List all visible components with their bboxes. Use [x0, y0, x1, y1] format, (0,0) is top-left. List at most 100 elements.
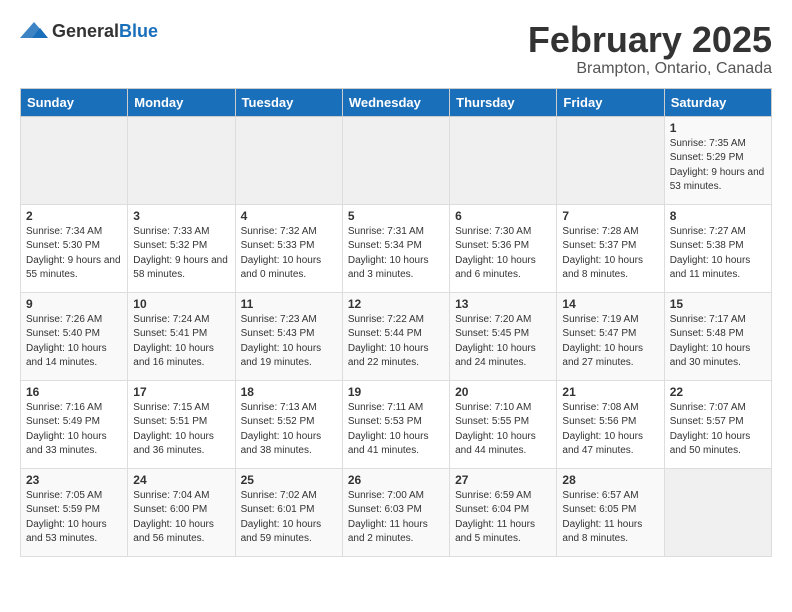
calendar-cell: 8 Sunrise: 7:27 AM Sunset: 5:38 PM Daylig…: [664, 204, 771, 292]
day-number: 26: [348, 473, 444, 487]
calendar-cell: [342, 116, 449, 204]
day-number: 12: [348, 297, 444, 311]
day-info: Sunrise: 7:19 AM Sunset: 5:47 PM Dayligh…: [562, 313, 658, 371]
weekday-header-thursday: Thursday: [450, 88, 557, 116]
day-info: Sunrise: 7:02 AM Sunset: 6:01 PM Dayligh…: [241, 489, 337, 547]
day-number: 22: [670, 385, 766, 399]
calendar-cell: 16 Sunrise: 7:16 AM Sunset: 5:49 PM Dayli…: [21, 380, 128, 468]
month-title: February 2025: [528, 20, 772, 60]
calendar-cell: 28 Sunrise: 6:57 AM Sunset: 6:05 PM Dayli…: [557, 468, 664, 556]
calendar-cell: 19Sunrise: 7:11 AM Sunset: 5:53 PM Dayli…: [342, 380, 449, 468]
day-info: Sunrise: 7:00 AM Sunset: 6:03 PM Dayligh…: [348, 489, 444, 547]
weekday-header-monday: Monday: [128, 88, 235, 116]
calendar-cell: [21, 116, 128, 204]
day-info: Sunrise: 7:15 AM Sunset: 5:51 PM Dayligh…: [133, 401, 229, 459]
calendar-cell: [450, 116, 557, 204]
calendar-cell: 23 Sunrise: 7:05 AM Sunset: 5:59 PM Dayli…: [21, 468, 128, 556]
day-info: Sunrise: 7:07 AM Sunset: 5:57 PM Dayligh…: [670, 401, 766, 459]
day-info: Sunrise: 7:26 AM Sunset: 5:40 PM Dayligh…: [26, 313, 122, 371]
calendar-cell: 18 Sunrise: 7:13 AM Sunset: 5:52 PM Dayli…: [235, 380, 342, 468]
day-number: 8: [670, 209, 766, 223]
day-info: Sunrise: 7:10 AM Sunset: 5:55 PM Dayligh…: [455, 401, 551, 459]
day-info: Sunrise: 7:16 AM Sunset: 5:49 PM Dayligh…: [26, 401, 122, 459]
calendar-cell: 25Sunrise: 7:02 AM Sunset: 6:01 PM Dayli…: [235, 468, 342, 556]
day-info: Sunrise: 7:20 AM Sunset: 5:45 PM Dayligh…: [455, 313, 551, 371]
calendar-cell: 7 Sunrise: 7:28 AM Sunset: 5:37 PM Daylig…: [557, 204, 664, 292]
day-info: Sunrise: 7:08 AM Sunset: 5:56 PM Dayligh…: [562, 401, 658, 459]
calendar-cell: 4 Sunrise: 7:32 AM Sunset: 5:33 PM Daylig…: [235, 204, 342, 292]
day-number: 23: [26, 473, 122, 487]
calendar-cell: 17 Sunrise: 7:15 AM Sunset: 5:51 PM Dayli…: [128, 380, 235, 468]
calendar-cell: 9 Sunrise: 7:26 AM Sunset: 5:40 PM Daylig…: [21, 292, 128, 380]
calendar-table: SundayMondayTuesdayWednesdayThursdayFrid…: [20, 88, 772, 557]
day-number: 17: [133, 385, 229, 399]
calendar-cell: 20 Sunrise: 7:10 AM Sunset: 5:55 PM Dayli…: [450, 380, 557, 468]
calendar-cell: 2Sunrise: 7:34 AM Sunset: 5:30 PM Daylig…: [21, 204, 128, 292]
day-info: Sunrise: 7:23 AM Sunset: 5:43 PM Dayligh…: [241, 313, 337, 371]
calendar-cell: 27 Sunrise: 6:59 AM Sunset: 6:04 PM Dayli…: [450, 468, 557, 556]
day-info: Sunrise: 7:22 AM Sunset: 5:44 PM Dayligh…: [348, 313, 444, 371]
calendar-cell: [557, 116, 664, 204]
weekday-header-friday: Friday: [557, 88, 664, 116]
calendar-cell: 11 Sunrise: 7:23 AM Sunset: 5:43 PM Dayli…: [235, 292, 342, 380]
title-block: February 2025 Brampton, Ontario, Canada: [528, 20, 772, 78]
day-info: Sunrise: 7:17 AM Sunset: 5:48 PM Dayligh…: [670, 313, 766, 371]
day-number: 27: [455, 473, 551, 487]
logo-general: General: [52, 21, 119, 41]
calendar-cell: 3Sunrise: 7:33 AM Sunset: 5:32 PM Daylig…: [128, 204, 235, 292]
day-info: Sunrise: 7:31 AM Sunset: 5:34 PM Dayligh…: [348, 225, 444, 283]
calendar-week-5: 23 Sunrise: 7:05 AM Sunset: 5:59 PM Dayli…: [21, 468, 772, 556]
day-number: 20: [455, 385, 551, 399]
day-info: Sunrise: 7:34 AM Sunset: 5:30 PM Dayligh…: [26, 225, 122, 283]
calendar-cell: 12 Sunrise: 7:22 AM Sunset: 5:44 PM Dayli…: [342, 292, 449, 380]
logo: GeneralBlue: [20, 20, 158, 42]
calendar-cell: 13Sunrise: 7:20 AM Sunset: 5:45 PM Dayli…: [450, 292, 557, 380]
day-number: 1: [670, 121, 766, 135]
calendar-cell: [664, 468, 771, 556]
day-number: 14: [562, 297, 658, 311]
day-number: 16: [26, 385, 122, 399]
calendar-cell: 1 Sunrise: 7:35 AM Sunset: 5:29 PM Daylig…: [664, 116, 771, 204]
day-info: Sunrise: 6:57 AM Sunset: 6:05 PM Dayligh…: [562, 489, 658, 547]
day-number: 19: [348, 385, 444, 399]
day-info: Sunrise: 7:13 AM Sunset: 5:52 PM Dayligh…: [241, 401, 337, 459]
day-number: 18: [241, 385, 337, 399]
day-info: Sunrise: 7:28 AM Sunset: 5:37 PM Dayligh…: [562, 225, 658, 283]
location-title: Brampton, Ontario, Canada: [528, 60, 772, 78]
day-info: Sunrise: 7:32 AM Sunset: 5:33 PM Dayligh…: [241, 225, 337, 283]
day-info: Sunrise: 7:24 AM Sunset: 5:41 PM Dayligh…: [133, 313, 229, 371]
weekday-header-tuesday: Tuesday: [235, 88, 342, 116]
calendar-cell: [128, 116, 235, 204]
weekday-header-sunday: Sunday: [21, 88, 128, 116]
logo-blue: Blue: [119, 21, 158, 41]
header: GeneralBlue February 2025 Brampton, Onta…: [20, 20, 772, 78]
calendar-cell: 10 Sunrise: 7:24 AM Sunset: 5:41 PM Dayli…: [128, 292, 235, 380]
calendar-week-3: 9 Sunrise: 7:26 AM Sunset: 5:40 PM Daylig…: [21, 292, 772, 380]
day-number: 21: [562, 385, 658, 399]
day-number: 6: [455, 209, 551, 223]
day-number: 4: [241, 209, 337, 223]
weekday-header-saturday: Saturday: [664, 88, 771, 116]
day-number: 28: [562, 473, 658, 487]
day-info: Sunrise: 7:05 AM Sunset: 5:59 PM Dayligh…: [26, 489, 122, 547]
day-info: Sunrise: 7:27 AM Sunset: 5:38 PM Dayligh…: [670, 225, 766, 283]
day-info: Sunrise: 7:30 AM Sunset: 5:36 PM Dayligh…: [455, 225, 551, 283]
day-info: Sunrise: 7:35 AM Sunset: 5:29 PM Dayligh…: [670, 137, 766, 195]
day-number: 3: [133, 209, 229, 223]
day-number: 7: [562, 209, 658, 223]
logo-icon: [20, 20, 48, 42]
calendar-cell: 22 Sunrise: 7:07 AM Sunset: 5:57 PM Dayli…: [664, 380, 771, 468]
day-info: Sunrise: 6:59 AM Sunset: 6:04 PM Dayligh…: [455, 489, 551, 547]
day-info: Sunrise: 7:04 AM Sunset: 6:00 PM Dayligh…: [133, 489, 229, 547]
day-number: 9: [26, 297, 122, 311]
day-number: 15: [670, 297, 766, 311]
day-number: 10: [133, 297, 229, 311]
weekday-header-row: SundayMondayTuesdayWednesdayThursdayFrid…: [21, 88, 772, 116]
day-number: 5: [348, 209, 444, 223]
logo-text: GeneralBlue: [52, 21, 158, 42]
calendar-cell: 21 Sunrise: 7:08 AM Sunset: 5:56 PM Dayli…: [557, 380, 664, 468]
calendar-cell: 14 Sunrise: 7:19 AM Sunset: 5:47 PM Dayli…: [557, 292, 664, 380]
calendar-cell: 24Sunrise: 7:04 AM Sunset: 6:00 PM Dayli…: [128, 468, 235, 556]
calendar-cell: 26 Sunrise: 7:00 AM Sunset: 6:03 PM Dayli…: [342, 468, 449, 556]
day-number: 11: [241, 297, 337, 311]
